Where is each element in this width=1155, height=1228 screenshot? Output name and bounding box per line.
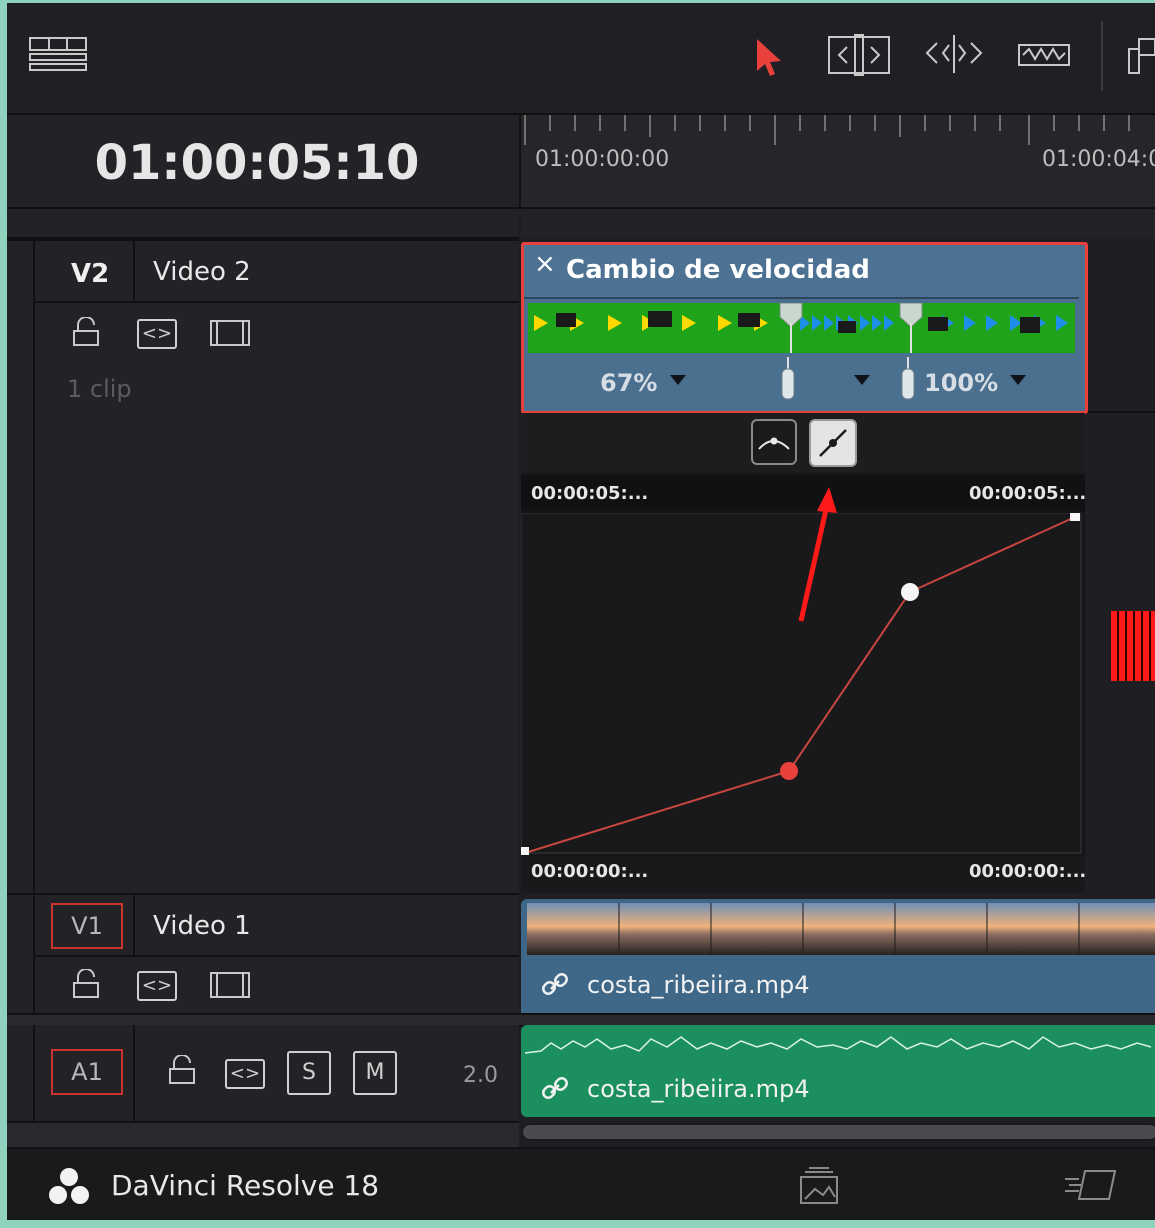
track-header-divider <box>33 1025 35 1121</box>
audio-clip-a1[interactable]: costa_ribeiira.mp4 <box>521 1025 1155 1117</box>
curve-bottom-labels: 00:00:00:... 00:00:00:... <box>521 857 1087 893</box>
clip-name-bar: costa_ribeiira.mp4 <box>521 957 1155 1013</box>
track-id-divider <box>133 895 135 955</box>
blade-icon[interactable] <box>1017 39 1073 71</box>
clip-count: 1 clip <box>67 375 132 403</box>
speed-mid-dropdown-icon[interactable] <box>854 375 870 387</box>
speed-left-dropdown-icon[interactable] <box>670 375 686 387</box>
selection-pointer-icon[interactable] <box>753 37 785 77</box>
track-header-v2: V2 Video 2 <> 1 clip <box>7 239 519 895</box>
ruler-label-4s: 01:00:04:0 <box>1042 147 1155 172</box>
quick-export-icon[interactable] <box>1063 1167 1123 1203</box>
track-id-divider <box>133 1025 135 1121</box>
app-footer: DaVinci Resolve 18 <box>7 1147 1155 1220</box>
link-icon <box>542 973 568 995</box>
close-speed-change-icon[interactable]: × <box>534 249 556 279</box>
track-name-v2[interactable]: Video 2 <box>153 257 251 287</box>
track-row-divider <box>35 301 519 303</box>
video-enable-icon[interactable] <box>209 971 251 999</box>
video-enable-icon[interactable] <box>209 319 251 347</box>
ruler-label-start: 01:00:00:00 <box>535 147 670 172</box>
ease-curve-button[interactable] <box>751 419 797 465</box>
bottom-left-timecode: 00:00:00:... <box>531 861 649 882</box>
lock-icon[interactable] <box>71 317 101 349</box>
solo-button[interactable]: S <box>287 1051 331 1095</box>
bottom-right-timecode: 00:00:00:... <box>969 861 1087 882</box>
annotation-arrow-icon <box>798 487 837 622</box>
track-id-v1[interactable]: V1 <box>51 903 123 949</box>
track-id-a1[interactable]: A1 <box>51 1049 123 1095</box>
curve-point-selected <box>780 762 798 780</box>
ruler-spacer <box>521 209 1155 237</box>
track-id-divider <box>133 241 135 301</box>
timeline-ruler[interactable]: 01:00:00:00 01:00:04:0 <box>521 115 1155 209</box>
timeline-view-icon[interactable] <box>29 37 89 73</box>
speed-change-title: Cambio de velocidad <box>566 255 870 285</box>
curve-toolbar <box>521 413 1085 473</box>
track-id-v2[interactable]: V2 <box>71 259 109 289</box>
track-header-divider <box>33 895 35 1013</box>
curve-end-point <box>1070 513 1080 521</box>
lock-icon[interactable] <box>167 1055 197 1087</box>
track-header-v1: V1 Video 1 <> <box>7 893 519 1013</box>
curve-point <box>901 583 919 601</box>
lock-icon[interactable] <box>71 969 101 1001</box>
playhead-marker[interactable] <box>1111 611 1155 681</box>
media-pool-icon[interactable] <box>797 1167 841 1205</box>
top-right-timecode: 00:00:05:... <box>969 483 1087 504</box>
top-left-timecode: 00:00:05:... <box>531 483 649 504</box>
ruler-ticks <box>524 115 1130 145</box>
track-header-divider <box>33 241 35 895</box>
video-clip-v1[interactable]: costa_ribeiira.mp4 <box>521 899 1155 1013</box>
speed-bar: 67% 100% <box>524 357 1079 405</box>
timeline-toolbar <box>7 3 1155 115</box>
dynamic-trim-icon[interactable] <box>923 31 985 77</box>
clip-name-a1: costa_ribeiira.mp4 <box>587 1075 810 1103</box>
speed-right[interactable]: 100% <box>924 369 998 397</box>
speed-change-clip[interactable]: × Cambio de velocidad 67% 100% <box>521 242 1088 414</box>
header-bottom-strip <box>7 1121 519 1147</box>
track-header-a1: A1 <> S M 2.0 <box>7 1025 519 1121</box>
speed-left[interactable]: 67% <box>600 369 657 397</box>
speed-right-dropdown-icon[interactable] <box>1010 375 1026 387</box>
auto-select-icon[interactable]: <> <box>225 1059 265 1089</box>
app-name: DaVinci Resolve 18 <box>111 1169 380 1202</box>
audio-channels: 2.0 <box>463 1063 498 1088</box>
track-name-v1[interactable]: Video 1 <box>153 911 251 941</box>
trim-edit-icon[interactable] <box>827 33 893 77</box>
timecode-panel: 01:00:05:10 <box>7 115 521 209</box>
v2-lane-gap <box>1084 239 1155 413</box>
clip-title-bar: × Cambio de velocidad <box>524 245 1079 299</box>
header-spacer <box>7 209 519 239</box>
mute-button[interactable]: M <box>353 1051 397 1095</box>
auto-select-icon[interactable]: <> <box>137 971 177 1001</box>
clip-name-v1: costa_ribeiira.mp4 <box>587 971 810 999</box>
speed-arrows <box>534 302 1068 353</box>
linear-curve-button[interactable] <box>809 419 857 467</box>
current-timecode[interactable]: 01:00:05:10 <box>7 135 507 191</box>
insert-icon[interactable] <box>1125 37 1155 77</box>
toolbar-divider <box>1101 21 1103 91</box>
auto-select-icon[interactable]: <> <box>137 319 177 349</box>
clip-name-bar: costa_ribeiira.mp4 <box>521 1061 1155 1117</box>
clip-thumbnails <box>527 903 1155 955</box>
link-icon <box>542 1077 568 1099</box>
timeline-scrollbar[interactable] <box>521 1123 1155 1141</box>
davinci-resolve-window: 01:00:05:10 01:00:00:00 01:00:04:0 V2 Vi… <box>7 3 1155 1220</box>
speed-point-handle-2[interactable] <box>900 357 916 405</box>
davinci-logo-icon <box>49 1168 89 1204</box>
speed-point-handle-1[interactable] <box>780 357 796 405</box>
audio-waveform <box>524 1036 1152 1054</box>
speed-frames-strip[interactable] <box>528 302 1075 353</box>
track-row-divider <box>35 955 519 957</box>
scrollbar-thumb[interactable] <box>523 1125 1155 1139</box>
curve-start-point <box>521 847 529 855</box>
